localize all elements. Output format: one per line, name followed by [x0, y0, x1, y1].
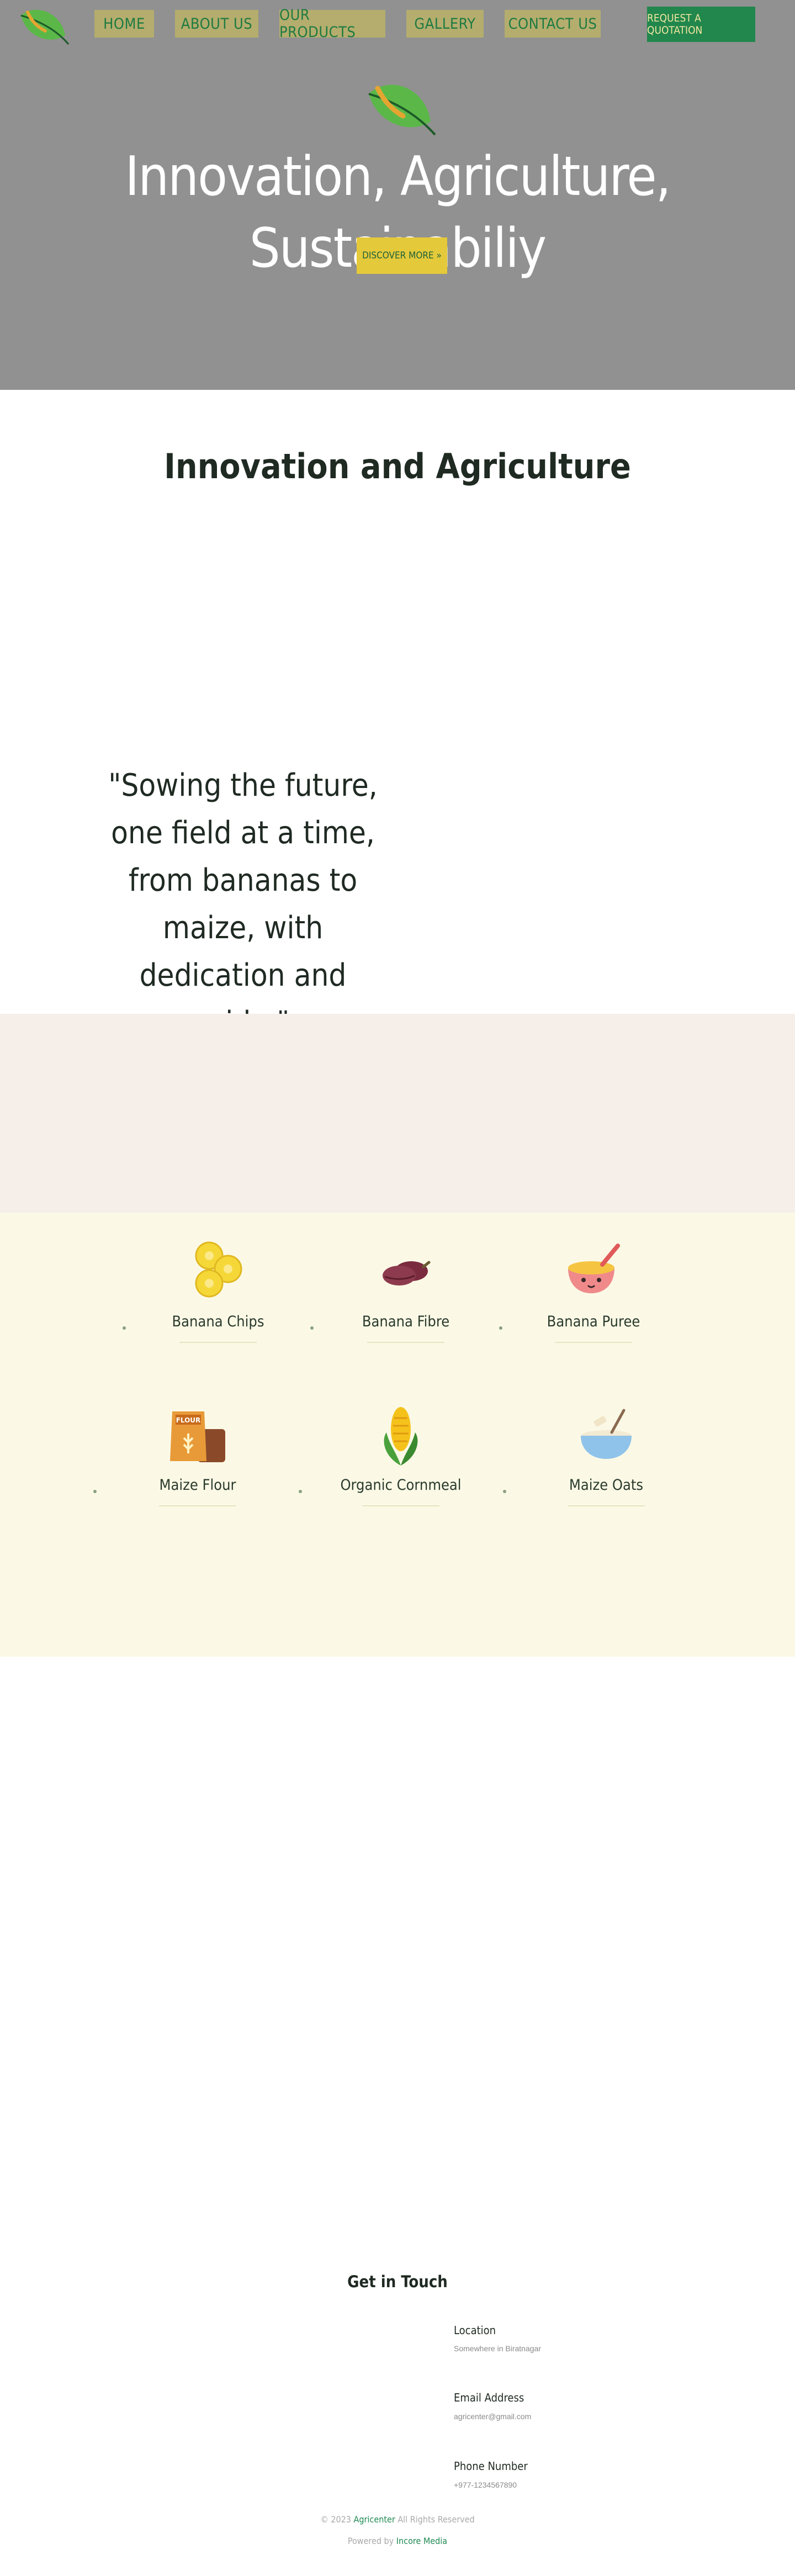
email-label: Email Address [454, 2391, 524, 2404]
bullet-dot [123, 1326, 126, 1330]
copyright-suffix: All Rights Reserved [398, 2514, 475, 2525]
product-name: Banana Chips [172, 1313, 264, 1330]
innovation-title: Innovation and Agriculture [164, 446, 631, 486]
product-card[interactable]: Banana Chips [157, 1238, 279, 1371]
oats-bowl-icon [581, 1409, 632, 1459]
product-name: Maize Oats [569, 1477, 644, 1494]
contact-title: Get in Touch [347, 2272, 448, 2291]
nav-our-products[interactable]: Our Products [279, 7, 385, 41]
page: Home About Us Our Products Gallery Conta… [0, 0, 795, 2576]
footer-powered: Powered by Incore Media [0, 2536, 795, 2546]
product-name: Banana Puree [547, 1313, 640, 1330]
copyright-prefix: © 2023 [320, 2514, 351, 2525]
banana-fibre-icon [383, 1261, 431, 1286]
bullet-dot [503, 1490, 506, 1493]
bullet-dot [499, 1326, 502, 1330]
discover-more-button[interactable]: Discover More » [357, 237, 447, 274]
nav-contact-us[interactable]: Contact Us [505, 10, 601, 38]
email-value[interactable]: agricenter@gmail.com [454, 2412, 531, 2421]
banana-chips-icon [195, 1241, 242, 1298]
nav-gallery[interactable]: Gallery [406, 10, 484, 38]
product-underline [362, 1505, 439, 1506]
product-card[interactable]: Banana Puree [533, 1238, 654, 1371]
bullet-dot [310, 1326, 314, 1330]
brand-link[interactable]: Agricenter [354, 2514, 395, 2525]
location-value: Somewhere in Biratnagar [454, 2344, 541, 2353]
product-underline [568, 1505, 645, 1506]
product-card[interactable]: Organic Cornmeal [340, 1401, 462, 1534]
product-name: Banana Fibre [362, 1313, 450, 1330]
banana-puree-icon [568, 1244, 620, 1293]
powered-by-link[interactable]: Incore Media [396, 2536, 447, 2546]
product-underline [367, 1342, 444, 1343]
phone-value[interactable]: +977-1234567890 [454, 2480, 517, 2489]
beige-band [0, 1014, 795, 1213]
nav-about-us[interactable]: About Us [175, 10, 258, 38]
leaf-logo-icon[interactable] [18, 4, 71, 46]
product-card[interactable]: Banana Fibre [345, 1238, 467, 1371]
phone-label: Phone Number [454, 2459, 528, 2473]
leaf-logo-icon [368, 84, 436, 136]
location-label: Location [454, 2324, 496, 2337]
product-underline [179, 1342, 257, 1343]
bullet-dot [299, 1490, 302, 1493]
request-quotation-button[interactable]: Request A Quotation [647, 7, 755, 42]
product-name: Organic Cornmeal [340, 1477, 462, 1494]
svg-text:FLOUR: FLOUR [176, 1416, 201, 1424]
product-underline [159, 1505, 236, 1506]
maize-flour-icon: FLOUR [170, 1411, 225, 1462]
product-name: Maize Flour [159, 1477, 236, 1494]
product-card[interactable]: FLOUR Maize Flour [137, 1401, 258, 1534]
nav-home[interactable]: Home [94, 10, 154, 38]
corn-icon [384, 1407, 418, 1466]
product-card[interactable]: Maize Oats [545, 1401, 667, 1534]
footer-copyright: © 2023 Agricenter All Rights Reserved [0, 2514, 795, 2525]
hero-section: Home About Us Our Products Gallery Conta… [0, 0, 795, 390]
powered-prefix: Powered by [347, 2536, 394, 2546]
bullet-dot [93, 1490, 97, 1493]
mission-quote: "Sowing the future, one field at a time,… [108, 768, 378, 1041]
product-underline [555, 1342, 632, 1343]
